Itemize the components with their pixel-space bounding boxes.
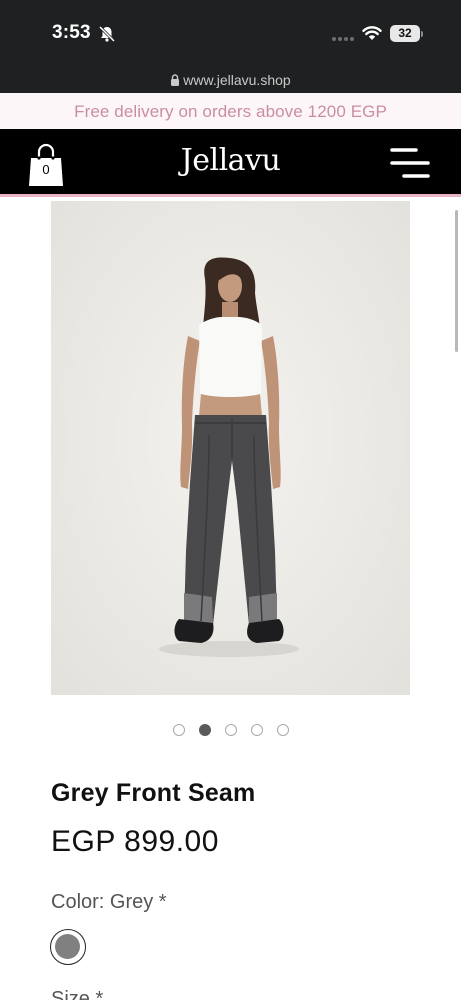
battery-level: 32 bbox=[398, 26, 412, 40]
signal-icon bbox=[332, 37, 354, 41]
menu-button[interactable] bbox=[389, 146, 431, 180]
browser-chrome: 3:53 32 www.jellavu.shop bbox=[0, 0, 461, 93]
carousel-dot[interactable] bbox=[224, 724, 237, 736]
bell-muted-icon bbox=[98, 25, 116, 43]
product-price: EGP 899.00 bbox=[51, 825, 219, 858]
size-label: Size * bbox=[51, 988, 104, 1000]
color-swatch-fill bbox=[55, 934, 80, 959]
color-swatch-grey[interactable] bbox=[50, 929, 86, 965]
wifi-icon bbox=[362, 26, 382, 40]
product-image[interactable] bbox=[51, 201, 410, 695]
promo-text: Free delivery on orders above 1200 EGP bbox=[74, 102, 387, 121]
lock-icon bbox=[171, 74, 180, 86]
product-title: Grey Front Seam bbox=[51, 779, 256, 807]
promo-banner: Free delivery on orders above 1200 EGP bbox=[0, 93, 461, 129]
site-header: 0 Jellavu bbox=[0, 129, 461, 197]
hamburger-menu-icon bbox=[390, 148, 430, 178]
carousel-dot-active[interactable] bbox=[198, 724, 211, 736]
url-bar[interactable]: www.jellavu.shop bbox=[0, 70, 461, 90]
battery-cap bbox=[421, 31, 423, 37]
battery-indicator: 32 bbox=[390, 25, 420, 42]
carousel-dot[interactable] bbox=[172, 724, 185, 736]
status-time: 3:53 bbox=[52, 22, 91, 43]
page: 3:53 32 www.jellavu.shop Free delivery o… bbox=[0, 0, 461, 1000]
url-text: www.jellavu.shop bbox=[183, 72, 291, 88]
page-scrollbar[interactable] bbox=[455, 210, 458, 352]
model-photo bbox=[159, 257, 299, 657]
carousel-pagination bbox=[0, 721, 461, 737]
carousel-dot[interactable] bbox=[276, 724, 289, 736]
color-label: Color: Grey * bbox=[51, 891, 167, 913]
carousel-dot[interactable] bbox=[250, 724, 263, 736]
